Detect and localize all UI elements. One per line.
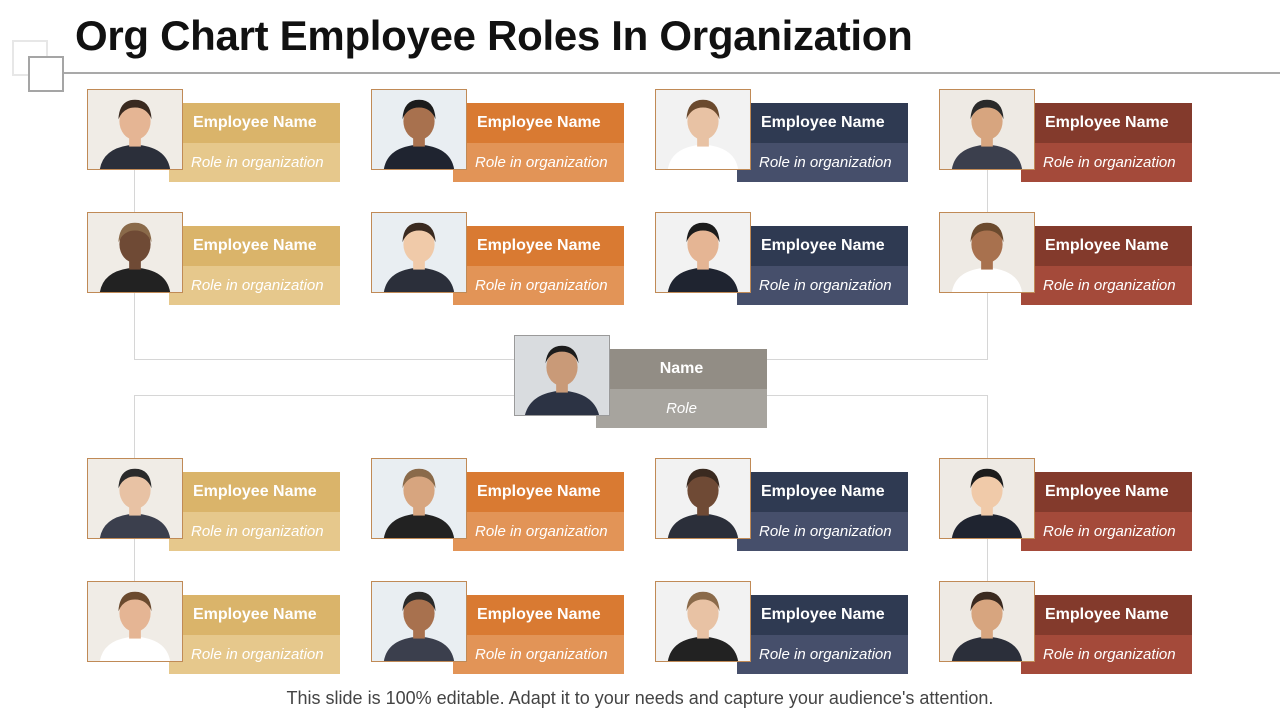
employee-role: Role in organization bbox=[737, 512, 908, 551]
employee-photo bbox=[371, 89, 467, 170]
employee-role: Role in organization bbox=[453, 143, 624, 182]
employee-role: Role in organization bbox=[1021, 635, 1192, 674]
employee-card[interactable]: Employee Name Role in organization bbox=[655, 89, 908, 182]
employee-photo bbox=[371, 212, 467, 293]
employee-card[interactable]: Employee Name Role in organization bbox=[939, 458, 1192, 551]
employee-card[interactable]: Employee Name Role in organization bbox=[87, 89, 340, 182]
manager-name: Name bbox=[596, 349, 767, 389]
employee-card[interactable]: Employee Name Role in organization bbox=[655, 458, 908, 551]
employee-photo bbox=[87, 581, 183, 662]
employee-photo bbox=[655, 581, 751, 662]
person-portrait-icon bbox=[656, 459, 750, 538]
employee-name: Employee Name bbox=[453, 595, 624, 635]
manager-photo bbox=[514, 335, 610, 416]
employee-photo bbox=[939, 458, 1035, 539]
employee-role: Role in organization bbox=[453, 512, 624, 551]
person-portrait-icon bbox=[88, 582, 182, 661]
person-portrait-icon bbox=[515, 336, 609, 415]
person-portrait-icon bbox=[372, 213, 466, 292]
employee-photo bbox=[655, 212, 751, 293]
person-portrait-icon bbox=[656, 213, 750, 292]
employee-role: Role in organization bbox=[453, 635, 624, 674]
person-portrait-icon bbox=[372, 459, 466, 538]
employee-photo bbox=[939, 89, 1035, 170]
employee-role: Role in organization bbox=[1021, 266, 1192, 305]
employee-role: Role in organization bbox=[737, 266, 908, 305]
person-portrait-icon bbox=[940, 582, 1034, 661]
person-portrait-icon bbox=[88, 459, 182, 538]
employee-card[interactable]: Employee Name Role in organization bbox=[371, 212, 624, 305]
employee-name: Employee Name bbox=[453, 226, 624, 266]
employee-photo bbox=[371, 458, 467, 539]
employee-card[interactable]: Employee Name Role in organization bbox=[87, 212, 340, 305]
employee-role: Role in organization bbox=[169, 266, 340, 305]
employee-name: Employee Name bbox=[737, 226, 908, 266]
title-divider bbox=[64, 72, 1280, 74]
employee-name: Employee Name bbox=[453, 472, 624, 512]
decorative-square-dark bbox=[28, 56, 64, 92]
employee-photo bbox=[87, 212, 183, 293]
manager-card[interactable]: Name Role bbox=[514, 335, 767, 428]
employee-card[interactable]: Employee Name Role in organization bbox=[655, 581, 908, 674]
employee-name: Employee Name bbox=[453, 103, 624, 143]
employee-card[interactable]: Employee Name Role in organization bbox=[371, 581, 624, 674]
employee-card[interactable]: Employee Name Role in organization bbox=[939, 212, 1192, 305]
employee-role: Role in organization bbox=[169, 512, 340, 551]
employee-card[interactable]: Employee Name Role in organization bbox=[939, 581, 1192, 674]
person-portrait-icon bbox=[88, 90, 182, 169]
employee-name: Employee Name bbox=[169, 226, 340, 266]
employee-name: Employee Name bbox=[169, 472, 340, 512]
footer-note: This slide is 100% editable. Adapt it to… bbox=[286, 688, 994, 708]
employee-card[interactable]: Employee Name Role in organization bbox=[87, 458, 340, 551]
person-portrait-icon bbox=[656, 582, 750, 661]
employee-card[interactable]: Employee Name Role in organization bbox=[87, 581, 340, 674]
person-portrait-icon bbox=[940, 90, 1034, 169]
person-portrait-icon bbox=[940, 459, 1034, 538]
person-portrait-icon bbox=[940, 213, 1034, 292]
person-portrait-icon bbox=[372, 582, 466, 661]
employee-name: Employee Name bbox=[1021, 472, 1192, 512]
manager-role: Role bbox=[596, 389, 767, 428]
employee-role: Role in organization bbox=[169, 143, 340, 182]
employee-name: Employee Name bbox=[1021, 595, 1192, 635]
employee-photo bbox=[939, 212, 1035, 293]
employee-photo bbox=[655, 89, 751, 170]
employee-role: Role in organization bbox=[737, 635, 908, 674]
employee-role: Role in organization bbox=[1021, 512, 1192, 551]
person-portrait-icon bbox=[372, 90, 466, 169]
person-portrait-icon bbox=[656, 90, 750, 169]
employee-role: Role in organization bbox=[1021, 143, 1192, 182]
employee-photo bbox=[655, 458, 751, 539]
employee-role: Role in organization bbox=[169, 635, 340, 674]
employee-card[interactable]: Employee Name Role in organization bbox=[939, 89, 1192, 182]
employee-card[interactable]: Employee Name Role in organization bbox=[655, 212, 908, 305]
employee-photo bbox=[371, 581, 467, 662]
employee-name: Employee Name bbox=[1021, 226, 1192, 266]
page-title: Org Chart Employee Roles In Organization bbox=[75, 12, 913, 59]
employee-photo bbox=[87, 89, 183, 170]
person-portrait-icon bbox=[88, 213, 182, 292]
employee-role: Role in organization bbox=[453, 266, 624, 305]
employee-name: Employee Name bbox=[1021, 103, 1192, 143]
employee-photo bbox=[87, 458, 183, 539]
employee-photo bbox=[939, 581, 1035, 662]
employee-card[interactable]: Employee Name Role in organization bbox=[371, 89, 624, 182]
employee-role: Role in organization bbox=[737, 143, 908, 182]
employee-name: Employee Name bbox=[737, 472, 908, 512]
employee-name: Employee Name bbox=[737, 595, 908, 635]
employee-card[interactable]: Employee Name Role in organization bbox=[371, 458, 624, 551]
employee-name: Employee Name bbox=[737, 103, 908, 143]
employee-name: Employee Name bbox=[169, 595, 340, 635]
employee-name: Employee Name bbox=[169, 103, 340, 143]
